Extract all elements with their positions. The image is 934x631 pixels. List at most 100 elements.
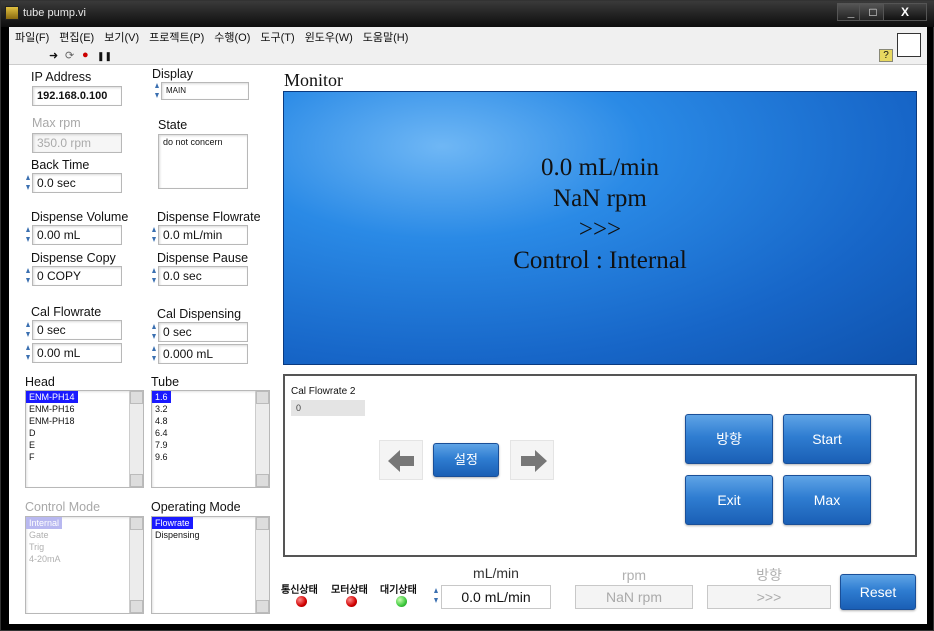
scroll-down-arrow-icon[interactable] — [256, 600, 269, 613]
toolbar: ➜ ⟳ ● ❚❚ ? — [9, 33, 927, 65]
set-button[interactable]: 설정 — [433, 443, 499, 477]
motor-status-label: 모터상태 — [331, 585, 368, 596]
monitor-title: Monitor — [284, 70, 344, 90]
standby-status-label: 대기상태 — [380, 585, 417, 596]
menu-file[interactable]: 파일(F) — [15, 29, 49, 45]
menu-window[interactable]: 윈도우(W) — [305, 29, 353, 45]
left-arrow-button[interactable] — [379, 440, 423, 480]
menu-edit[interactable]: 편집(E) — [59, 29, 94, 45]
context-help-icon[interactable]: ? — [879, 49, 893, 62]
dispense-pause-label: Dispense Pause — [157, 251, 249, 265]
list-item[interactable]: E — [26, 439, 143, 451]
standby-status-led — [396, 596, 407, 607]
cal-dispensing-ml-spinner-icon[interactable] — [152, 345, 157, 363]
scroll-down-arrow-icon[interactable] — [130, 474, 143, 487]
list-item[interactable]: ENM-PH14 — [26, 391, 78, 403]
menu-help[interactable]: 도움말(H) — [363, 29, 409, 45]
monitor-control-text: Control : Internal — [513, 247, 687, 274]
menu-bar: 파일(F) 편집(E) 보기(V) 프로젝트(P) 수행(O) 도구(T) 윈도… — [9, 27, 927, 47]
list-item[interactable]: 3.2 — [152, 403, 269, 415]
dispense-pause-spinner-icon[interactable] — [152, 267, 157, 285]
labview-app-icon — [5, 6, 19, 20]
list-item[interactable]: 1.6 — [152, 391, 171, 403]
reset-button[interactable]: Reset — [840, 574, 916, 610]
cal-flowrate-ml-spinner-icon[interactable] — [26, 344, 31, 362]
head-scrollbar[interactable] — [129, 391, 143, 487]
scroll-down-arrow-icon[interactable] — [256, 474, 269, 487]
cal-dispensing-sec-spinner-icon[interactable] — [152, 323, 157, 341]
dispense-flowrate-spinner-icon[interactable] — [152, 226, 157, 244]
list-item: Gate — [29, 530, 49, 540]
back-time-spinner-icon[interactable] — [26, 174, 31, 192]
cal-flowrate2-field: 0 — [291, 400, 365, 416]
list-item[interactable]: D — [26, 427, 143, 439]
pause-icon[interactable]: ❚❚ — [97, 51, 112, 62]
tube-listbox[interactable]: 1.6 3.2 4.8 6.4 7.9 9.6 — [151, 390, 270, 488]
tube-scrollbar[interactable] — [255, 391, 269, 487]
exit-button[interactable]: Exit — [685, 475, 773, 525]
list-item[interactable]: Flowrate — [152, 517, 193, 529]
direction-button[interactable]: 방향 — [685, 414, 773, 464]
monitor-rpm-text: NaN rpm — [553, 185, 647, 212]
menu-tools[interactable]: 도구(T) — [260, 29, 294, 45]
list-item[interactable]: 4.8 — [152, 415, 269, 427]
list-item[interactable]: ENM-PH18 — [26, 415, 143, 427]
monitor-flowrate-text: 0.0 mL/min — [540, 154, 660, 181]
cal-dispensing-sec-field[interactable]: 0 sec — [158, 322, 248, 342]
scroll-up-arrow-icon[interactable] — [256, 391, 269, 404]
dispense-pause-field[interactable]: 0.0 sec — [158, 266, 248, 286]
control-panel: Cal Flowrate 2 0 설정 방향 Start Exit Max — [283, 374, 917, 557]
max-button[interactable]: Max — [783, 475, 871, 525]
back-time-label: Back Time — [31, 158, 90, 172]
dispense-flowrate-field[interactable]: 0.0 mL/min — [158, 225, 248, 245]
menu-view[interactable]: 보기(V) — [104, 29, 139, 45]
dispense-flowrate-label: Dispense Flowrate — [157, 210, 261, 224]
cal-flowrate-sec-spinner-icon[interactable] — [26, 321, 31, 339]
scroll-up-arrow-icon[interactable] — [256, 517, 269, 530]
flow-spinner-icon[interactable] — [434, 587, 439, 605]
right-arrow-button[interactable] — [510, 440, 554, 480]
dispense-volume-spinner-icon[interactable] — [26, 226, 31, 244]
comm-status-label: 통신상태 — [281, 585, 318, 596]
ip-address-field[interactable]: 192.168.0.100 — [32, 86, 122, 106]
operating-mode-scrollbar[interactable] — [255, 517, 269, 613]
cal-flowrate2-label: Cal Flowrate 2 — [291, 386, 356, 397]
max-rpm-field: 350.0 rpm — [32, 133, 122, 153]
display-selector[interactable]: MAIN — [161, 82, 249, 100]
comm-status-led — [296, 596, 307, 607]
window-title: tube pump.vi — [23, 7, 86, 19]
dispense-volume-field[interactable]: 0.00 mL — [32, 225, 122, 245]
list-item: 4-20mA — [29, 554, 61, 564]
tube-label: Tube — [151, 375, 180, 389]
control-mode-label: Control Mode — [25, 500, 101, 514]
scroll-up-arrow-icon[interactable] — [130, 391, 143, 404]
head-label: Head — [25, 375, 55, 389]
list-item[interactable]: ENM-PH16 — [26, 403, 143, 415]
close-button[interactable]: X — [883, 3, 927, 21]
run-arrow-icon[interactable]: ➜ — [49, 49, 58, 62]
operating-mode-listbox[interactable]: Flowrate Dispensing — [151, 516, 270, 614]
run-continuously-icon[interactable]: ⟳ — [65, 49, 74, 62]
dispense-copy-spinner-icon[interactable] — [26, 267, 31, 285]
cal-flowrate-ml-field[interactable]: 0.00 mL — [32, 343, 122, 363]
list-item[interactable]: 7.9 — [152, 439, 269, 451]
start-button[interactable]: Start — [783, 414, 871, 464]
list-item[interactable]: 6.4 — [152, 427, 269, 439]
cal-flowrate-sec-field[interactable]: 0 sec — [32, 320, 122, 340]
back-time-field[interactable]: 0.0 sec — [32, 173, 122, 193]
dispense-copy-field[interactable]: 0 COPY — [32, 266, 122, 286]
cal-dispensing-ml-field[interactable]: 0.000 mL — [158, 344, 248, 364]
front-panel: IP Address 192.168.0.100 Display MAIN Ma… — [9, 65, 927, 624]
menu-project[interactable]: 프로젝트(P) — [149, 29, 204, 45]
list-item: Trig — [29, 542, 45, 552]
abort-icon[interactable]: ● — [82, 49, 89, 61]
display-spinner-icon[interactable] — [155, 82, 160, 100]
head-listbox[interactable]: ENM-PH14 ENM-PH16 ENM-PH18 D E F — [25, 390, 144, 488]
app-window: tube pump.vi _ □ X 파일(F) 편집(E) 보기(V) 프로젝… — [0, 0, 934, 631]
cal-flowrate-label: Cal Flowrate — [31, 305, 102, 319]
list-item[interactable]: F — [26, 451, 143, 463]
list-item[interactable]: Dispensing — [152, 529, 269, 541]
menu-operate[interactable]: 수행(O) — [214, 29, 250, 45]
list-item[interactable]: 9.6 — [152, 451, 269, 463]
flow-value-field[interactable]: 0.0 mL/min — [441, 585, 551, 609]
